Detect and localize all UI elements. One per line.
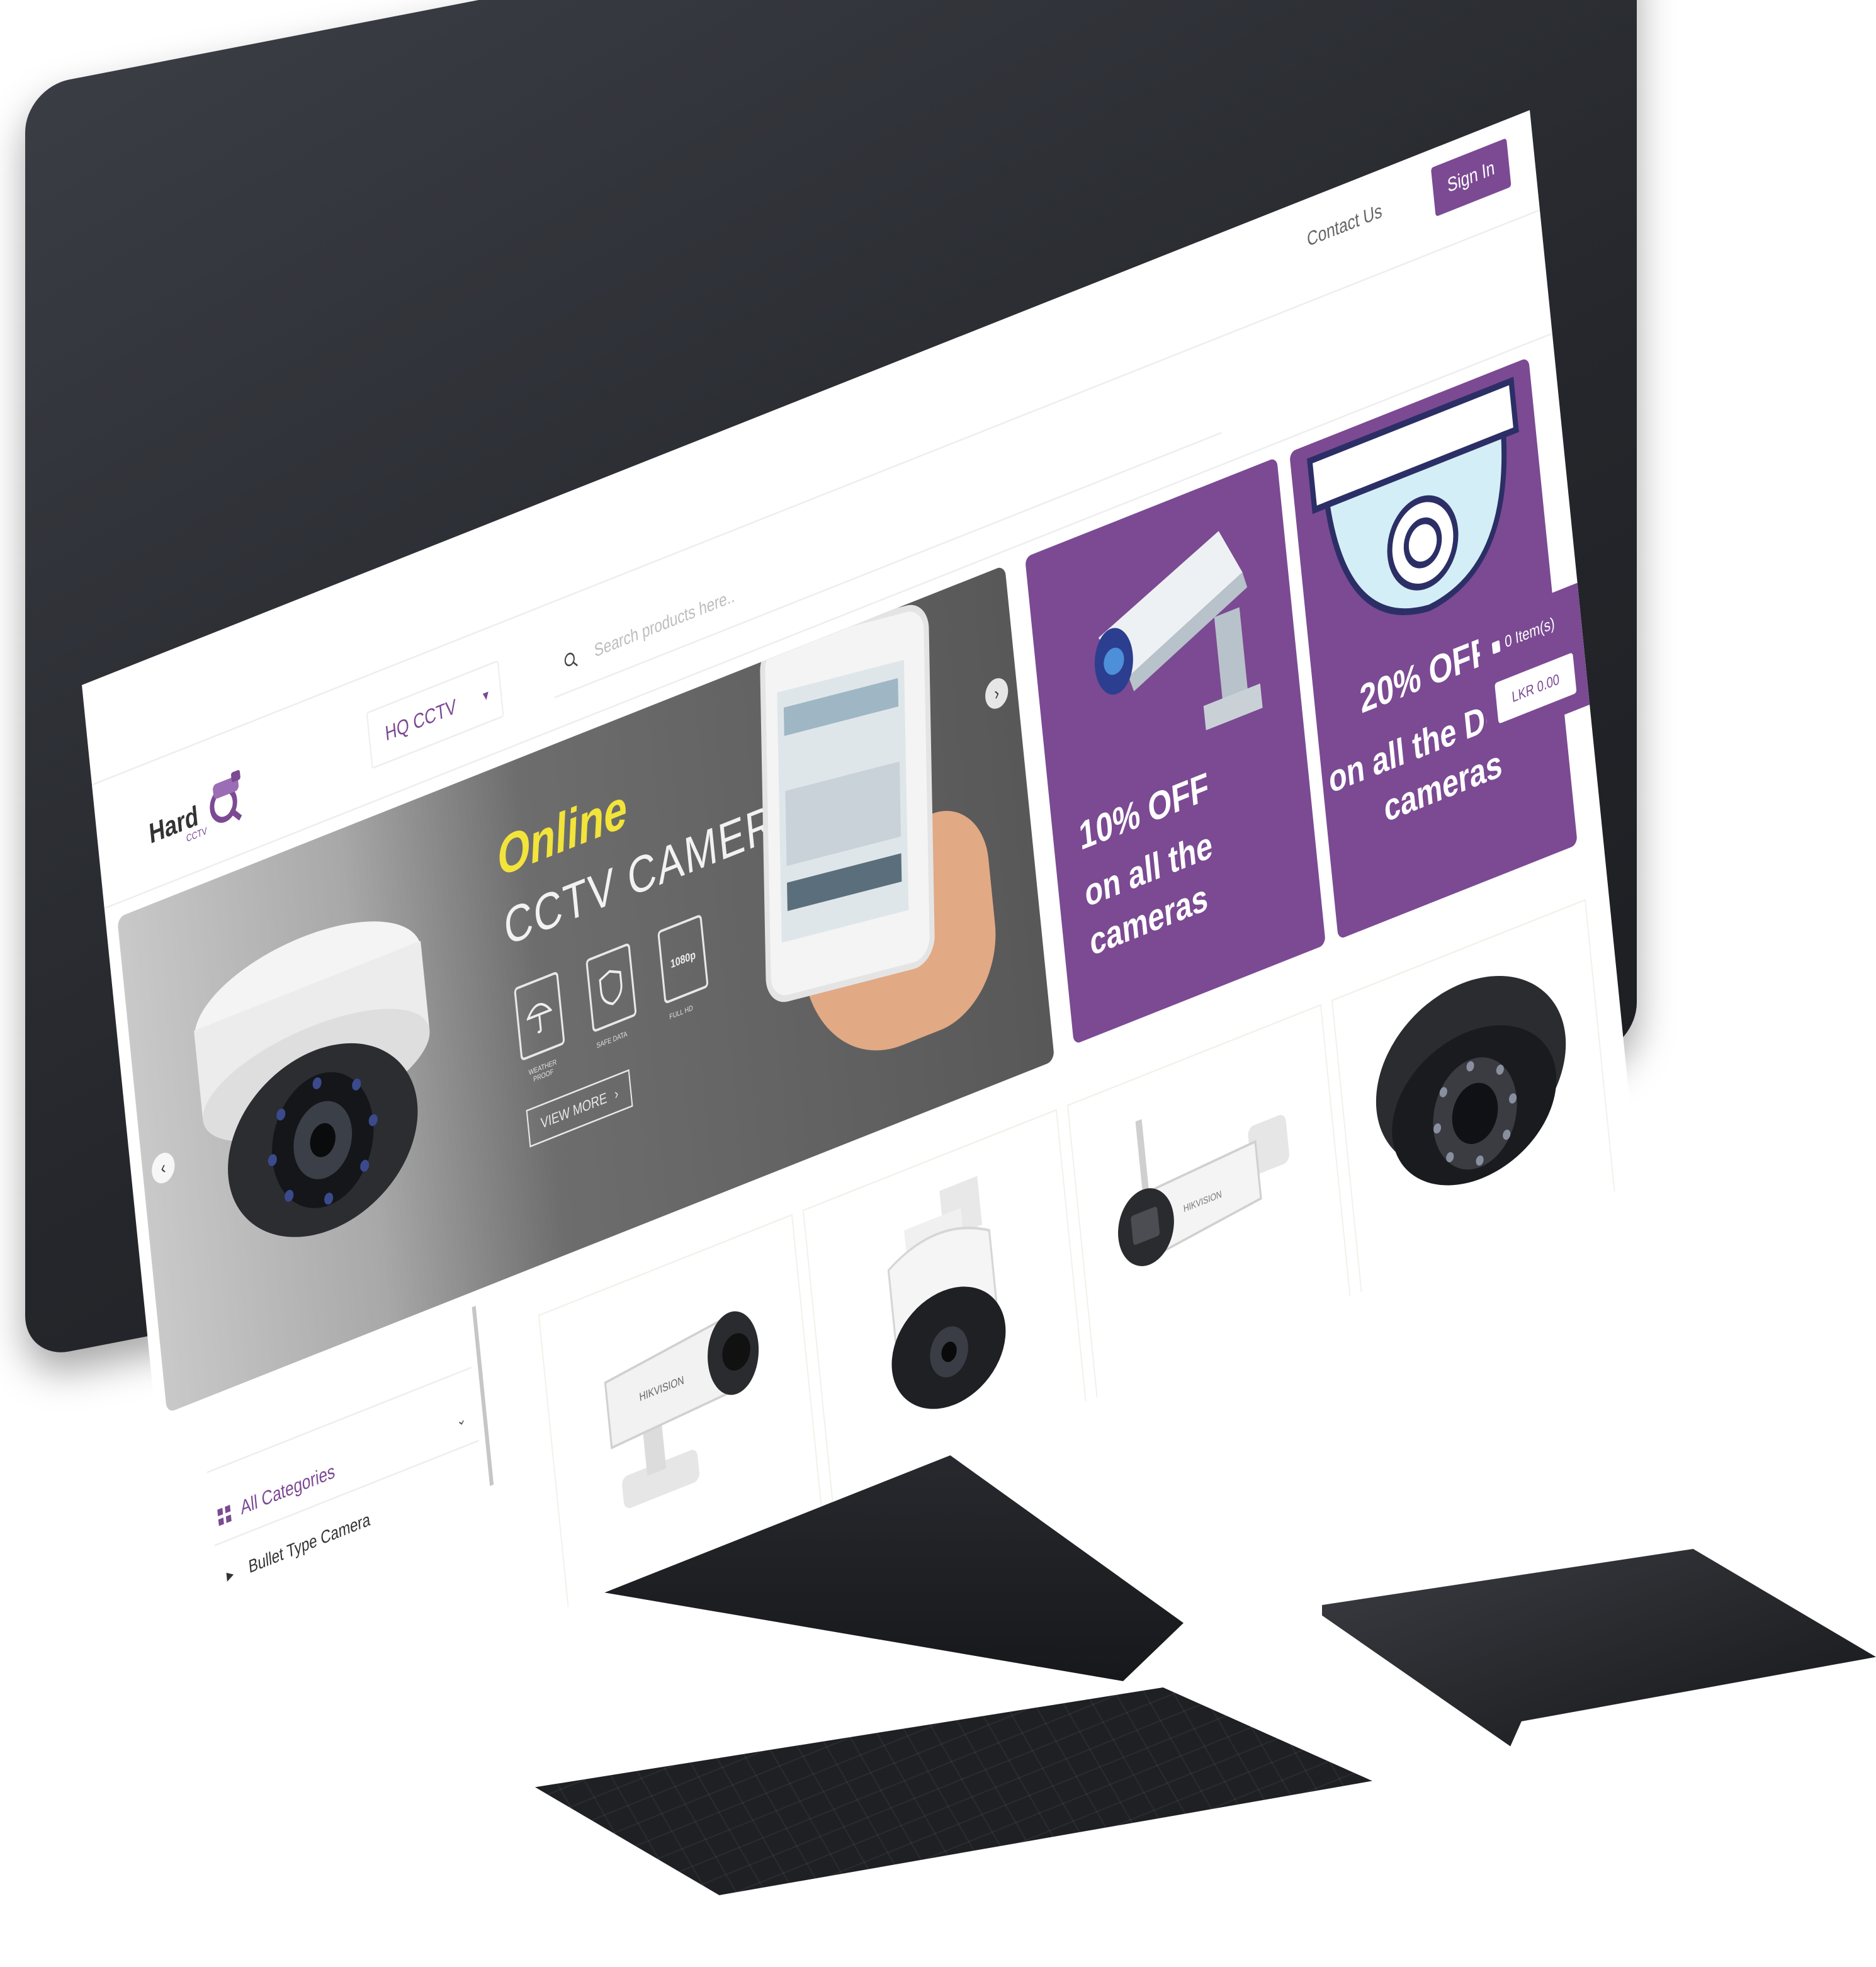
- device-mockup: Contact Us Sign In Hard CCTV HQ CCTV ▾ S…: [0, 0, 1876, 1967]
- chevron-right-icon: ›: [613, 1084, 619, 1103]
- view-more-button[interactable]: VIEW MORE ›: [526, 1069, 633, 1148]
- cart-items: 0 Item(s): [1491, 615, 1556, 658]
- phone-image: [759, 599, 935, 1007]
- caret-right-icon: ▸: [225, 1563, 235, 1586]
- cart-total: LKR 0.00: [1495, 652, 1577, 724]
- shield-icon: [585, 942, 637, 1033]
- caret-down-icon: ▾: [482, 686, 490, 705]
- product-card[interactable]: HIKVISION 8,700.00: [1066, 1004, 1364, 1531]
- umbrella-icon: [514, 970, 565, 1062]
- contact-us-link[interactable]: Contact Us: [1306, 200, 1383, 252]
- all-categories-label: All Categories: [239, 1460, 336, 1520]
- bullet-camera-image: HIKVISION: [604, 1311, 759, 1509]
- bag-icon: [1491, 640, 1501, 655]
- sign-in-button[interactable]: Sign In: [1430, 138, 1512, 217]
- full-hd-badge-text: 1080p: [670, 948, 696, 971]
- ptz-camera-image: [887, 1176, 1006, 1409]
- view-more-label: VIEW MORE: [540, 1089, 608, 1131]
- search-icon[interactable]: [563, 649, 579, 672]
- logo-camera-icon: [210, 769, 242, 823]
- store-select-value: HQ CCTV: [384, 694, 458, 745]
- keyboard: [535, 1687, 1372, 1895]
- logo[interactable]: Hard CCTV: [147, 759, 272, 863]
- wifi-bullet-camera-image: HIKVISION: [1118, 1114, 1289, 1266]
- dome-camera-image: [194, 921, 430, 1237]
- cart-items-count: 0 Item(s): [1504, 614, 1556, 652]
- grid-icon: [217, 1504, 232, 1526]
- black-dome-camera-image: [1376, 975, 1566, 1186]
- full-hd-icon: 1080p: [657, 914, 709, 1005]
- product-price: 8,700.00: [1148, 1355, 1209, 1400]
- category-sidebar: All Categories ⌄ ▸ Bullet Type Camera: [206, 1305, 511, 1740]
- logo-text: Hard: [147, 800, 200, 851]
- scrollbar[interactable]: [472, 1305, 494, 1487]
- product-card[interactable]: 2,700.00: [1331, 898, 1629, 1426]
- promo-banner-10[interactable]: 10% OFF on all the cameras: [1024, 457, 1326, 1045]
- product-card[interactable]: HIKVISION 7,900.00: [538, 1213, 835, 1741]
- trackpad: [1322, 1549, 1876, 1747]
- hero-next-arrow-icon[interactable]: ›: [983, 674, 1010, 713]
- hero-prev-arrow-icon[interactable]: ‹: [150, 1148, 176, 1188]
- product-price: 2,700.00: [1412, 1250, 1474, 1296]
- bullet-camera-icon: [1094, 531, 1263, 730]
- chevron-down-icon: ⌄: [455, 1409, 467, 1430]
- store-select[interactable]: HQ CCTV ▾: [366, 660, 504, 769]
